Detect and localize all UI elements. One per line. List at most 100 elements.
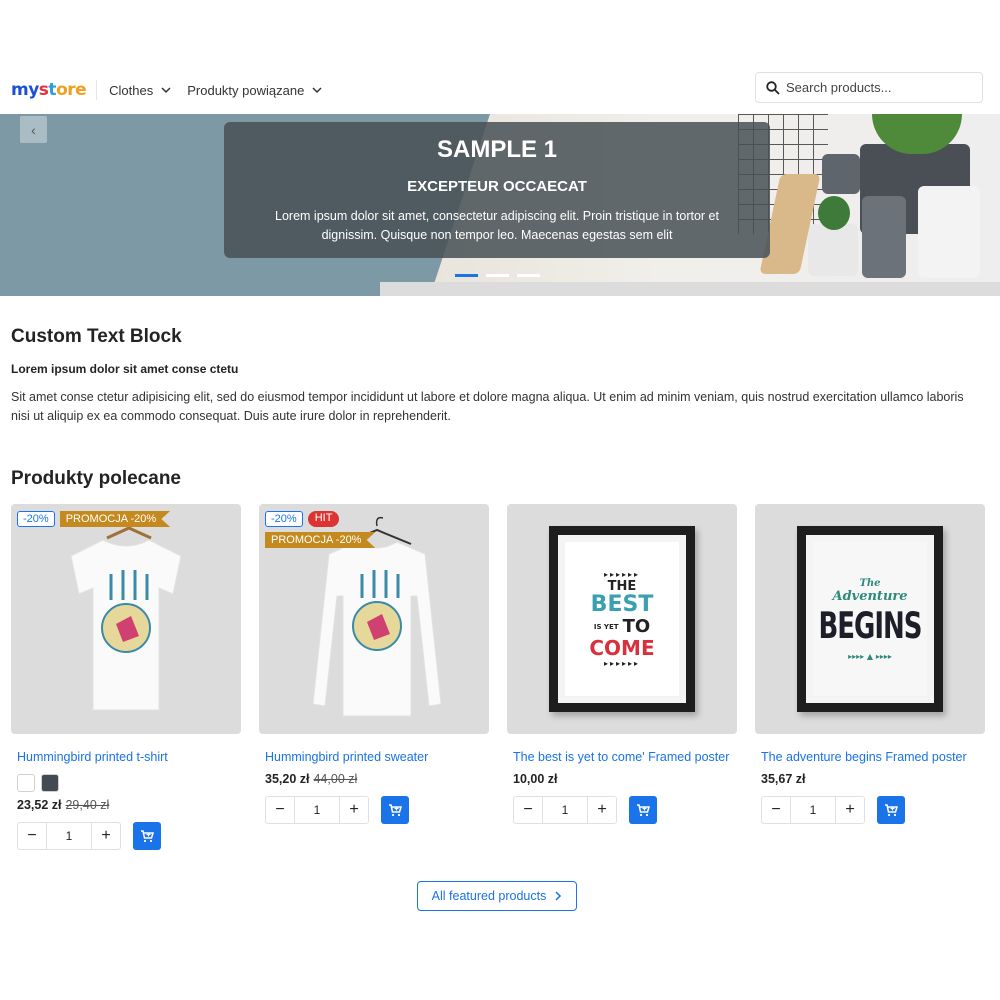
hero-caption: SAMPLE 1 EXCEPTEUR OCCAECAT Lorem ipsum …: [224, 122, 770, 258]
product-name[interactable]: Hummingbird printed t-shirt: [17, 748, 235, 766]
hero-title: SAMPLE 1: [436, 136, 558, 163]
product-badges: -20% HIT PROMOCJA -20%: [265, 511, 445, 548]
product-image[interactable]: ▸▸▸▸▸▸ THE BEST IS YET TO COME ▸▸▸▸▸▸: [507, 504, 737, 734]
search-input[interactable]: [786, 80, 966, 95]
current-price: 23,52 zł: [17, 798, 62, 812]
buy-controls: − 1 +: [513, 796, 731, 824]
nav-label: Clothes: [109, 82, 154, 98]
hero-decor-cactus-pot: [808, 224, 858, 276]
chevron-down-icon: [312, 87, 322, 94]
hero-decor-cactus: [818, 196, 850, 230]
increase-qty-button[interactable]: +: [340, 797, 368, 823]
poster-tent-icon: ▸▸▸▸ ▲ ▸▸▸▸: [848, 651, 892, 661]
increase-qty-button[interactable]: +: [836, 797, 864, 823]
add-to-cart-button[interactable]: [381, 796, 409, 824]
logo-part: ore: [56, 80, 87, 100]
slider-indicators: [455, 274, 540, 277]
tshirt-image: [70, 516, 182, 711]
product-price: 35,20 zł 44,00 zł: [265, 772, 483, 786]
poster-art: ▸▸▸▸▸▸ THE BEST IS YET TO COME ▸▸▸▸▸▸: [565, 542, 679, 696]
slider-prev-button[interactable]: ‹: [20, 116, 47, 143]
old-price: 44,00 zł: [313, 772, 358, 786]
current-price: 35,20 zł: [265, 772, 310, 786]
slider-dot-2[interactable]: [486, 274, 509, 277]
hero-decor-candle: [918, 186, 980, 278]
hero-decor-table: [380, 282, 1000, 296]
product-price: 35,67 zł: [761, 772, 979, 786]
site-header: my s t ore Clothes Produkty powiązane: [0, 66, 1000, 114]
slider-dot-3[interactable]: [517, 274, 540, 277]
quantity-value[interactable]: 1: [542, 797, 588, 823]
add-to-cart-button[interactable]: [133, 822, 161, 850]
custom-text-lead: Lorem ipsum dolor sit amet conse ctetu: [11, 362, 239, 376]
cart-icon: [389, 804, 402, 817]
product-badges: -20% PROMOCJA -20%: [17, 511, 197, 527]
color-swatch-white[interactable]: [17, 774, 35, 792]
poster-line: TO: [622, 616, 651, 637]
product-name[interactable]: The best is yet to come' Framed poster: [513, 748, 731, 766]
nav-item-clothes[interactable]: Clothes: [109, 83, 171, 98]
all-featured-products-button[interactable]: All featured products: [417, 881, 577, 911]
chevron-left-icon: ‹: [31, 121, 36, 138]
add-to-cart-button[interactable]: [877, 796, 905, 824]
cart-icon: [141, 830, 154, 843]
hero-decor-candle: [862, 196, 906, 278]
cart-icon: [885, 804, 898, 817]
product-card: -20% HIT PROMOCJA -20% Hummingbird print…: [259, 504, 489, 850]
search-icon: [766, 80, 780, 95]
quantity-stepper: − 1 +: [513, 796, 617, 824]
quantity-stepper: − 1 +: [265, 796, 369, 824]
decrease-qty-button[interactable]: −: [514, 797, 542, 823]
product-card: ▸▸▸▸▸▸ THE BEST IS YET TO COME ▸▸▸▸▸▸ Th…: [507, 504, 737, 850]
color-swatches: [17, 774, 235, 792]
nav-item-related-products[interactable]: Produkty powiązane: [187, 83, 322, 98]
decrease-qty-button[interactable]: −: [762, 797, 790, 823]
current-price: 35,67 zł: [761, 772, 806, 786]
cart-icon: [637, 804, 650, 817]
buy-controls: − 1 +: [761, 796, 979, 824]
quantity-value[interactable]: 1: [46, 823, 92, 849]
all-featured-label: All featured products: [431, 889, 547, 903]
add-to-cart-button[interactable]: [629, 796, 657, 824]
store-logo[interactable]: my s t ore: [11, 80, 87, 100]
buy-controls: − 1 +: [265, 796, 483, 824]
poster-art: The Adventure BEGINS ▸▸▸▸ ▲ ▸▸▸▸: [813, 542, 927, 696]
quantity-value[interactable]: 1: [294, 797, 340, 823]
product-image[interactable]: -20% PROMOCJA -20%: [11, 504, 241, 734]
discount-badge: -20%: [17, 511, 55, 527]
framed-poster-image: ▸▸▸▸▸▸ THE BEST IS YET TO COME ▸▸▸▸▸▸: [549, 526, 695, 712]
quantity-stepper: − 1 +: [761, 796, 865, 824]
quantity-stepper: − 1 +: [17, 822, 121, 850]
featured-title: Produkty polecane: [11, 468, 181, 489]
hero-subtitle: EXCEPTEUR OCCAECAT: [407, 178, 587, 195]
poster-arrows: ▸▸▸▸▸▸: [603, 659, 641, 668]
promo-badge: PROMOCJA -20%: [265, 532, 376, 548]
product-image[interactable]: The Adventure BEGINS ▸▸▸▸ ▲ ▸▸▸▸: [755, 504, 985, 734]
promo-badge: PROMOCJA -20%: [59, 511, 171, 527]
hero-text: Lorem ipsum dolor sit amet, consectetur …: [275, 209, 719, 242]
product-name[interactable]: Hummingbird printed sweater: [265, 748, 483, 766]
logo-part: s: [38, 80, 49, 100]
poster-line: BEGINS: [818, 605, 922, 648]
increase-qty-button[interactable]: +: [92, 823, 120, 849]
poster-line: The: [859, 577, 881, 589]
current-price: 10,00 zł: [513, 772, 558, 786]
search-box[interactable]: [755, 72, 983, 103]
custom-text-paragraph: Sit amet conse ctetur adipisicing elit, …: [11, 390, 964, 423]
poster-line: COME: [589, 636, 655, 660]
hero-decor-vase: [822, 154, 860, 194]
decrease-qty-button[interactable]: −: [18, 823, 46, 849]
chevron-down-icon: [161, 87, 171, 94]
poster-line: BEST: [590, 592, 654, 617]
logo-part: t: [48, 80, 57, 100]
color-swatch-black[interactable]: [41, 774, 59, 792]
product-image[interactable]: -20% HIT PROMOCJA -20%: [259, 504, 489, 734]
increase-qty-button[interactable]: +: [588, 797, 616, 823]
decrease-qty-button[interactable]: −: [266, 797, 294, 823]
quantity-value[interactable]: 1: [790, 797, 836, 823]
poster-line: Adventure: [832, 588, 908, 604]
product-name[interactable]: The adventure begins Framed poster: [761, 748, 979, 766]
slider-dot-1[interactable]: [455, 274, 478, 277]
hit-badge: HIT: [307, 511, 340, 527]
product-card: -20% PROMOCJA -20% Hummingbird printed t…: [11, 504, 241, 850]
